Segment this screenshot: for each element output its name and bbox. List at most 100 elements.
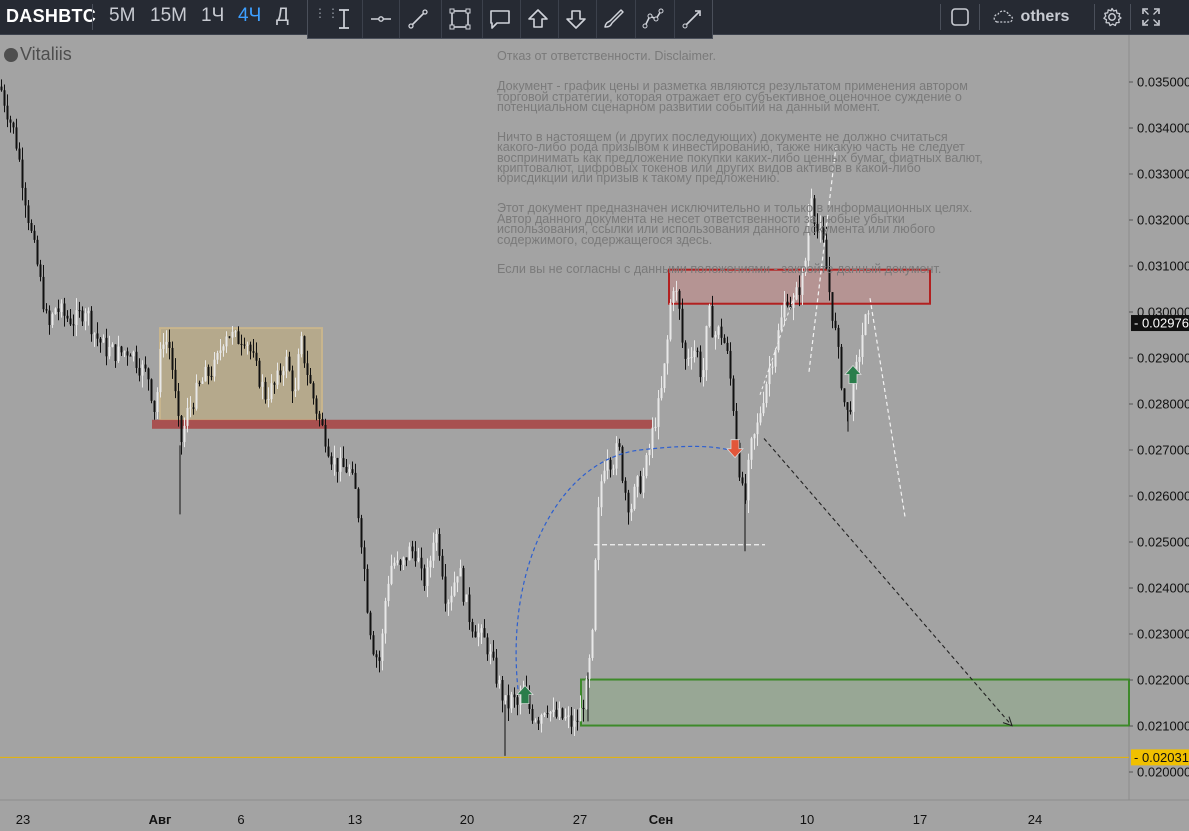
candle-body: [456, 576, 459, 583]
candle-body: [531, 709, 534, 721]
settings-button[interactable]: [1099, 0, 1125, 34]
candle-body: [351, 469, 354, 473]
square-toggle-button[interactable]: [946, 0, 974, 34]
candle-body: [540, 714, 543, 724]
timeframe-1d[interactable]: Д: [276, 5, 289, 27]
candle-body: [720, 326, 723, 338]
timeframe-1h[interactable]: 1Ч: [201, 5, 224, 27]
candle-body: [360, 518, 363, 548]
text-cursor-tool[interactable]: [328, 3, 360, 35]
arrow-up-tool[interactable]: [522, 3, 554, 35]
candle-body: [480, 628, 483, 633]
author-name[interactable]: Vitaliis: [4, 44, 72, 65]
candle-body: [429, 560, 432, 568]
toolbar-divider: [940, 4, 941, 30]
candle-body: [729, 350, 732, 379]
candle-body: [732, 378, 735, 412]
candle-body: [78, 310, 81, 312]
candle-body: [684, 342, 687, 359]
x-tick-label: 17: [913, 812, 927, 827]
drag-handle[interactable]: ⋮⋮: [314, 7, 339, 28]
timeframe-15m[interactable]: 15M: [150, 5, 187, 27]
candle-body: [792, 299, 795, 308]
candle-body: [717, 326, 720, 335]
candle-body: [102, 337, 105, 343]
cloud-icon: [993, 10, 1013, 23]
trend-line-tool[interactable]: [402, 3, 434, 35]
candle-body: [207, 366, 210, 376]
candle-body: [237, 331, 240, 344]
candle-body: [561, 708, 564, 719]
x-tick-label: 13: [348, 812, 362, 827]
candle-body: [120, 346, 123, 353]
candle-body: [144, 364, 147, 369]
candle-body: [573, 720, 576, 727]
candle-body: [723, 337, 726, 343]
callout-tool[interactable]: [484, 3, 516, 35]
candle-body: [216, 353, 219, 360]
y-tick-label: 0.028000: [1137, 397, 1189, 412]
candle-body: [270, 383, 273, 400]
candle-body: [96, 333, 99, 339]
candle-body: [297, 354, 300, 390]
candle-body: [141, 364, 144, 376]
candle-body: [93, 333, 96, 335]
candle-body: [21, 159, 24, 188]
candle-body: [117, 346, 120, 361]
candle-body: [618, 443, 621, 447]
candle-body: [261, 381, 264, 387]
y-tick-label: 0.031000: [1137, 259, 1189, 274]
candle-body: [594, 559, 597, 630]
candle-body: [174, 369, 177, 392]
arrow-up-icon: [528, 9, 548, 28]
candle-body: [624, 480, 627, 493]
candle-body: [570, 715, 573, 727]
candle-body: [45, 309, 48, 311]
candle-body: [834, 320, 837, 328]
arrow-down-tool[interactable]: [560, 3, 592, 35]
candle-body: [648, 449, 651, 456]
path-tool[interactable]: [637, 3, 669, 35]
candle-body: [234, 331, 237, 333]
y-tick-label: 0.021000: [1137, 719, 1189, 734]
brush-tool[interactable]: [598, 3, 630, 35]
candle-body: [243, 344, 246, 346]
y-tick-label: 0.033000: [1137, 167, 1189, 182]
candle-body: [225, 336, 228, 347]
candle-body: [396, 560, 399, 563]
candle-body: [264, 381, 267, 400]
candle-body: [393, 562, 396, 566]
candle-body: [861, 334, 864, 357]
timeframe-5m[interactable]: 5M: [109, 5, 135, 27]
candle-body: [597, 507, 600, 560]
candle-body: [711, 306, 714, 338]
candle-body: [696, 350, 699, 352]
candle-body: [420, 557, 423, 569]
candle-body: [258, 360, 261, 387]
toolbar-divider: [979, 4, 980, 30]
candle-body: [132, 351, 135, 357]
timeframe-4h[interactable]: 4Ч: [238, 5, 261, 27]
fullscreen-button[interactable]: [1136, 0, 1166, 34]
y-tick-label: 0.029000: [1137, 351, 1189, 366]
candle-body: [138, 367, 141, 376]
candle-body: [846, 402, 849, 410]
candle-body: [183, 425, 186, 443]
candle-body: [771, 366, 774, 368]
others-button[interactable]: others: [985, 0, 1075, 34]
text-cursor-icon: [339, 9, 349, 29]
y-tick-label: 0.034000: [1137, 121, 1189, 136]
candle-body: [621, 446, 624, 481]
candle-body: [54, 308, 57, 315]
candle-body: [462, 568, 465, 602]
candle-body: [369, 612, 372, 636]
candle-body: [840, 346, 843, 389]
candle-body: [468, 594, 471, 623]
ruler-tool[interactable]: [676, 3, 708, 35]
rectangle-tool[interactable]: [444, 3, 476, 35]
symbol-label[interactable]: DASHBTC: [6, 6, 96, 27]
candle-body: [612, 468, 615, 470]
candle-body: [276, 370, 279, 385]
horizontal-line-tool[interactable]: [365, 3, 397, 35]
candle-body: [321, 418, 324, 425]
